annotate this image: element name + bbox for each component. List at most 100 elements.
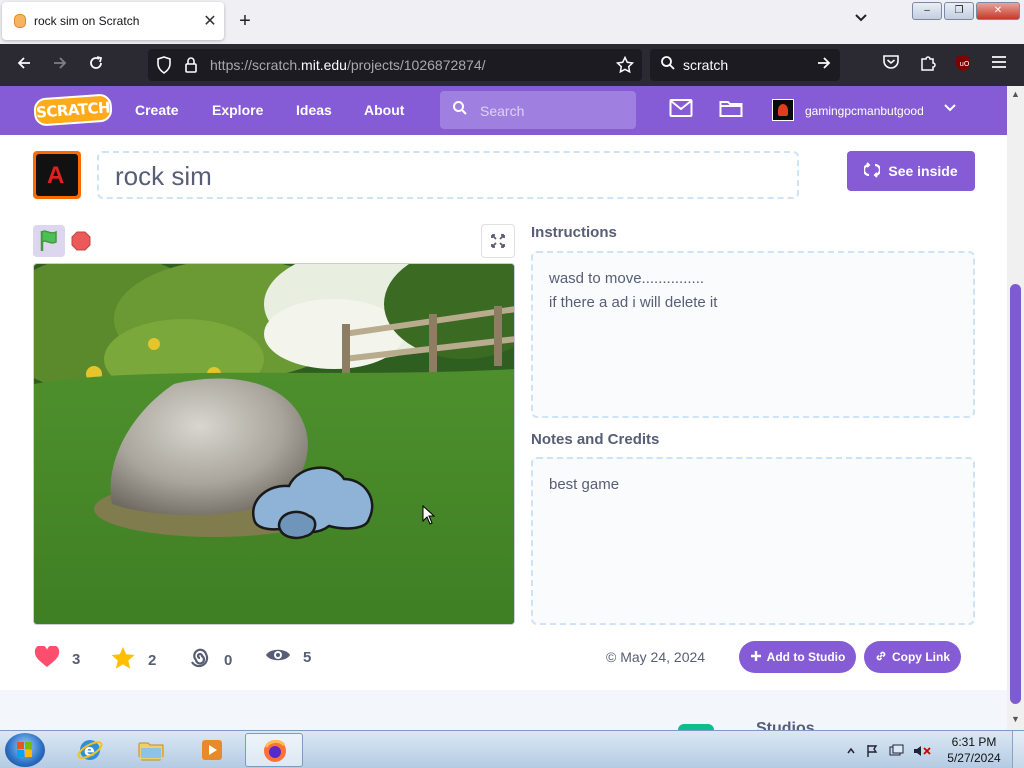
notes-box[interactable]: best game xyxy=(531,457,975,625)
folder-icon[interactable] xyxy=(719,98,743,124)
back-button[interactable] xyxy=(12,54,36,76)
scratch-header: SCRATCH Create Explore Ideas About Searc… xyxy=(0,86,1007,135)
heart-icon xyxy=(34,645,60,672)
remix-icon xyxy=(188,646,212,674)
scroll-down-arrow-icon[interactable]: ▼ xyxy=(1011,714,1020,724)
system-tray-icons[interactable] xyxy=(846,743,936,762)
page-scrollbar[interactable]: ▲ ▼ xyxy=(1007,86,1024,730)
stage-scene xyxy=(34,264,514,624)
stop-icon[interactable] xyxy=(71,231,91,251)
forward-button[interactable] xyxy=(48,54,72,76)
new-tab-button[interactable]: + xyxy=(234,10,256,33)
notes-text: best game xyxy=(549,476,620,493)
scratch-favicon-icon xyxy=(14,14,26,28)
chevron-down-icon[interactable] xyxy=(944,101,956,115)
url-path: /projects/1026872874/ xyxy=(346,57,486,73)
studios-section-band xyxy=(0,690,1007,730)
close-window-button[interactable]: ✕ xyxy=(976,2,1020,20)
views-count: 5 xyxy=(303,648,312,666)
project-title[interactable]: rock sim xyxy=(97,151,799,199)
eye-icon xyxy=(265,646,291,668)
copy-link-label: Copy Link xyxy=(891,650,950,664)
plus-icon xyxy=(750,650,762,665)
instructions-box[interactable]: wasd to move............... if there a a… xyxy=(531,251,975,418)
creator-avatar[interactable] xyxy=(33,151,81,199)
instructions-heading: Instructions xyxy=(531,224,617,241)
fullscreen-icon[interactable] xyxy=(481,224,515,258)
share-date: © May 24, 2024 xyxy=(606,649,706,665)
extensions-puzzle-icon[interactable] xyxy=(917,54,939,76)
ublock-origin-icon[interactable]: uO xyxy=(952,54,974,76)
add-to-studio-label: Add to Studio xyxy=(766,650,846,664)
browser-nav-bar: https://scratch.mit.edu/projects/1026872… xyxy=(0,44,1024,104)
web-search-input[interactable]: scratch xyxy=(683,57,728,73)
url-prefix: https://scratch. xyxy=(210,57,302,73)
taskbar-internet-explorer[interactable]: e xyxy=(61,733,119,767)
views-stat: 5 xyxy=(265,646,311,668)
clock-time: 6:31 PM xyxy=(951,735,997,749)
tab-close-icon[interactable]: ✕ xyxy=(200,11,220,31)
internet-explorer-icon: e xyxy=(77,740,103,760)
see-inside-label: See inside xyxy=(888,163,958,179)
search-icon xyxy=(660,55,676,75)
hamburger-menu-icon[interactable] xyxy=(988,54,1010,76)
nav-ideas[interactable]: Ideas xyxy=(296,102,332,118)
url-domain: mit.edu xyxy=(301,57,347,73)
taskbar-file-explorer[interactable] xyxy=(122,733,180,767)
mouse-cursor-icon xyxy=(422,505,436,525)
window-controls: – ❐ ✕ xyxy=(912,2,1020,20)
project-stage[interactable] xyxy=(33,263,515,625)
bookmark-star-icon[interactable] xyxy=(615,55,635,78)
pocket-icon[interactable] xyxy=(880,54,902,76)
instructions-line: if there a ad i will delete it xyxy=(549,294,718,311)
nav-explore[interactable]: Explore xyxy=(212,102,263,118)
star-icon xyxy=(110,646,136,674)
see-inside-button[interactable]: See inside xyxy=(847,151,975,191)
taskbar-clock[interactable]: 6:31 PM 5/27/2024 xyxy=(944,734,1004,766)
tab-title: rock sim on Scratch xyxy=(34,14,140,28)
love-count: 3 xyxy=(72,650,81,668)
firefox-icon xyxy=(264,739,286,762)
restore-button[interactable]: ❐ xyxy=(944,2,974,20)
notes-heading: Notes and Credits xyxy=(531,431,660,448)
list-all-tabs-button[interactable] xyxy=(854,10,868,26)
remix-stat: 0 xyxy=(188,646,232,674)
nav-about[interactable]: About xyxy=(364,102,404,118)
scratch-search-placeholder: Search xyxy=(480,103,525,119)
add-to-studio-button[interactable]: Add to Studio xyxy=(739,641,856,673)
minimize-button[interactable]: – xyxy=(912,2,942,20)
windows-taskbar: e 6:31 PM 5/27/2024 xyxy=(0,730,1024,768)
search-icon xyxy=(452,100,468,120)
favorite-count: 2 xyxy=(148,651,157,669)
favorite-stat[interactable]: 2 xyxy=(110,646,156,674)
reload-button[interactable] xyxy=(84,54,108,76)
browser-tab-bar: rock sim on Scratch ✕ + – ❐ ✕ xyxy=(0,0,1024,44)
show-desktop-button[interactable] xyxy=(1012,731,1024,768)
love-stat[interactable]: 3 xyxy=(34,645,81,672)
instructions-line: wasd to move............... xyxy=(549,270,705,287)
nav-create[interactable]: Create xyxy=(135,102,179,118)
taskbar-firefox[interactable] xyxy=(245,733,303,767)
start-button[interactable] xyxy=(5,733,45,767)
url-text: https://scratch.mit.edu/projects/1026872… xyxy=(210,57,486,73)
folder-icon xyxy=(138,742,164,761)
browser-tab-active[interactable]: rock sim on Scratch ✕ xyxy=(2,2,224,40)
url-bar[interactable]: https://scratch.mit.edu/projects/1026872… xyxy=(148,49,642,81)
scroll-up-arrow-icon[interactable]: ▲ xyxy=(1011,89,1020,99)
web-search-bar[interactable]: scratch xyxy=(650,49,840,81)
search-go-arrow-icon[interactable] xyxy=(816,55,832,76)
username[interactable]: gamingpcmanbutgood xyxy=(805,104,924,118)
taskbar-media-player[interactable] xyxy=(183,733,241,767)
scrollbar-thumb[interactable] xyxy=(1010,284,1021,704)
scratch-logo[interactable]: SCRATCH xyxy=(33,93,113,127)
avatar[interactable] xyxy=(772,99,794,121)
creator-avatar-image xyxy=(36,154,78,196)
scratch-search-box[interactable]: Search xyxy=(440,91,636,129)
green-flag-icon[interactable] xyxy=(33,225,65,257)
lock-icon[interactable] xyxy=(184,56,198,78)
clock-date: 5/27/2024 xyxy=(947,751,1001,765)
tracking-protection-shield-icon[interactable] xyxy=(156,56,172,78)
envelope-icon[interactable] xyxy=(669,98,693,124)
share-date-text: May 24, 2024 xyxy=(620,649,706,665)
copy-link-button[interactable]: Copy Link xyxy=(864,641,961,673)
